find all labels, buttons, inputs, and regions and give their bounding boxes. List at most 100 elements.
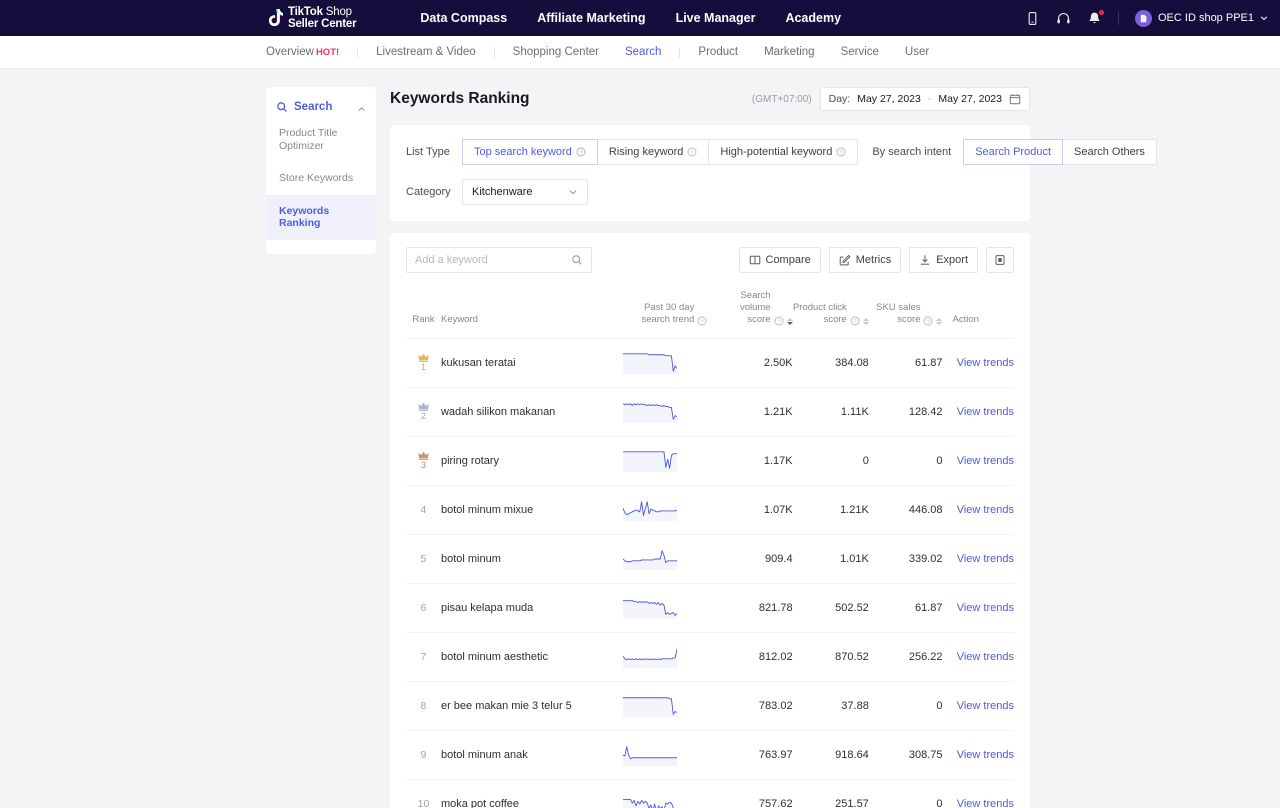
download-icon <box>921 255 930 265</box>
table-toolbar: Compare Metrics Export <box>406 247 1014 273</box>
compare-button[interactable]: Compare <box>738 247 821 273</box>
cell-product-click-score: 870.52 <box>792 632 869 682</box>
tab-top-search-keyword[interactable]: Top search keyword ? <box>462 139 598 165</box>
view-trends-link[interactable]: View trends <box>957 553 1014 565</box>
cell-sku-sales-score: 256.22 <box>868 632 943 682</box>
view-trends-link[interactable]: View trends <box>957 798 1014 808</box>
nav-item-academy[interactable]: Academy <box>785 11 841 25</box>
global-header: TikTok Shop Seller Center Data Compass A… <box>0 0 1280 36</box>
crown-icon <box>418 402 429 412</box>
cell-rank: 2 <box>406 387 441 437</box>
chevron-up-icon[interactable] <box>357 105 366 114</box>
cell-search-trend <box>592 583 708 633</box>
table-body: 1 kukusan teratai 2.50K 384.08 61.87 View tre… <box>406 338 1014 808</box>
table-row: 5 botol minum 909.4 1.01K 339.02 View trends <box>406 534 1014 584</box>
view-trends-link[interactable]: View trends <box>957 602 1014 614</box>
info-icon[interactable]: ? <box>923 316 933 326</box>
column-settings-button[interactable] <box>986 247 1014 273</box>
cell-search-volume-score: 757.62 <box>707 779 793 808</box>
view-trends-link[interactable]: View trends <box>957 651 1014 663</box>
cell-product-click-score: 251.57 <box>792 779 869 808</box>
export-button[interactable]: Export <box>909 247 978 273</box>
metrics-button[interactable]: Metrics <box>828 247 902 273</box>
mobile-app-icon[interactable] <box>1025 11 1040 26</box>
info-icon[interactable]: ? <box>697 316 707 326</box>
keyword-search-box[interactable] <box>406 247 592 273</box>
sort-toggle-search-volume-score[interactable] <box>786 317 793 325</box>
view-trends-link[interactable]: View trends <box>957 357 1014 369</box>
page-header: Keywords Ranking (GMT+07:00) Day: May 27… <box>390 87 1030 111</box>
info-icon[interactable]: ? <box>850 316 860 326</box>
user-menu[interactable]: OEC ID shop PPE1 <box>1135 9 1268 27</box>
sidebar-item-keywords-ranking[interactable]: Keywords Ranking <box>266 194 376 240</box>
th-rank: Rank <box>406 281 441 339</box>
search-icon[interactable] <box>571 254 583 266</box>
rank-medal: 1 <box>406 353 441 372</box>
nav-item-data-compass[interactable]: Data Compass <box>420 11 507 25</box>
headset-support-icon[interactable] <box>1056 11 1071 26</box>
list-type-segmented-control: Top search keyword ? Rising keyword ? Hi… <box>462 139 859 165</box>
subnav-item-product[interactable]: Product <box>685 46 751 58</box>
subnav-item-livestream-video[interactable]: Livestream & Video <box>363 46 489 58</box>
export-label: Export <box>936 254 968 266</box>
subnav-item-shopping-center[interactable]: Shopping Center <box>500 46 612 58</box>
info-icon[interactable]: ? <box>687 147 697 157</box>
search-input[interactable] <box>415 254 565 266</box>
cell-search-trend <box>592 730 708 780</box>
calendar-icon[interactable] <box>1009 93 1021 105</box>
view-trends-link[interactable]: View trends <box>957 504 1014 516</box>
column-settings-icon <box>995 255 1005 265</box>
subnav-item-search[interactable]: Search <box>612 46 674 58</box>
sidebar-item-product-title-optimizer[interactable]: Product Title Optimizer <box>266 117 376 162</box>
cell-product-click-score: 502.52 <box>792 583 869 633</box>
subnav-item-user[interactable]: User <box>892 46 942 58</box>
cell-rank: 10 <box>406 779 441 808</box>
category-value: Kitchenware <box>472 186 533 198</box>
info-icon[interactable]: ? <box>774 316 784 326</box>
notification-bell-icon[interactable] <box>1087 9 1104 26</box>
nav-item-affiliate-marketing[interactable]: Affiliate Marketing <box>537 11 645 25</box>
info-icon[interactable]: ? <box>836 147 846 157</box>
sidebar-item-store-keywords[interactable]: Store Keywords <box>266 162 376 195</box>
view-trends-link[interactable]: View trends <box>957 749 1014 761</box>
tab-search-others[interactable]: Search Others <box>1062 139 1157 165</box>
tab-rising-keyword[interactable]: Rising keyword ? <box>596 139 710 165</box>
brand-logo[interactable]: TikTok Shop Seller Center <box>266 5 357 30</box>
view-trends-link[interactable]: View trends <box>957 700 1014 712</box>
subnav-item-service[interactable]: Service <box>828 46 892 58</box>
secondary-nav: Overview HOT! Livestream & Video Shopping… <box>0 36 1280 69</box>
view-trends-link[interactable]: View trends <box>957 455 1014 467</box>
subnav-item-marketing[interactable]: Marketing <box>751 46 828 58</box>
metrics-label: Metrics <box>855 254 892 266</box>
cell-keyword: wadah silikon makanan <box>440 387 593 437</box>
left-spacer <box>0 87 266 808</box>
subnav-item-overview[interactable]: Overview HOT! <box>266 46 352 58</box>
search-trend-sparkline <box>622 648 677 668</box>
th-label: Action <box>952 313 979 325</box>
search-trend-sparkline <box>622 451 677 472</box>
header-actions: OEC ID shop PPE1 <box>1025 0 1268 36</box>
nav-item-live-manager[interactable]: Live Manager <box>676 11 756 25</box>
search-icon <box>277 102 287 112</box>
sidebar: Search Product Title Optimizer Store Key… <box>266 87 376 254</box>
date-range-picker[interactable]: Day: May 27, 2023 - May 27, 2023 <box>819 87 1030 111</box>
info-icon[interactable]: ? <box>576 147 586 157</box>
cell-product-click-score: 0 <box>792 436 869 486</box>
sidebar-group-search[interactable]: Search <box>266 97 376 117</box>
filters-card: List Type Top search keyword ? Rising ke… <box>390 125 1157 221</box>
brand-name: TikTok <box>288 5 323 18</box>
search-trend-sparkline <box>622 549 677 570</box>
search-trend-sparkline <box>622 402 677 423</box>
cell-sku-sales-score: 0 <box>868 436 943 486</box>
tab-search-product[interactable]: Search Product <box>963 139 1064 165</box>
cell-keyword: piring rotary <box>440 436 593 486</box>
view-trends-link[interactable]: View trends <box>957 406 1014 418</box>
category-select[interactable]: Kitchenware <box>462 179 588 205</box>
crown-icon <box>418 353 429 363</box>
svg-text:?: ? <box>579 150 582 156</box>
th-action: Action <box>942 281 1014 339</box>
cell-action: View trends <box>942 534 1014 584</box>
sort-toggle-sku-sales-score[interactable] <box>936 317 943 325</box>
tab-high-potential-keyword[interactable]: High-potential keyword ? <box>708 139 859 165</box>
svg-text:?: ? <box>777 319 780 325</box>
